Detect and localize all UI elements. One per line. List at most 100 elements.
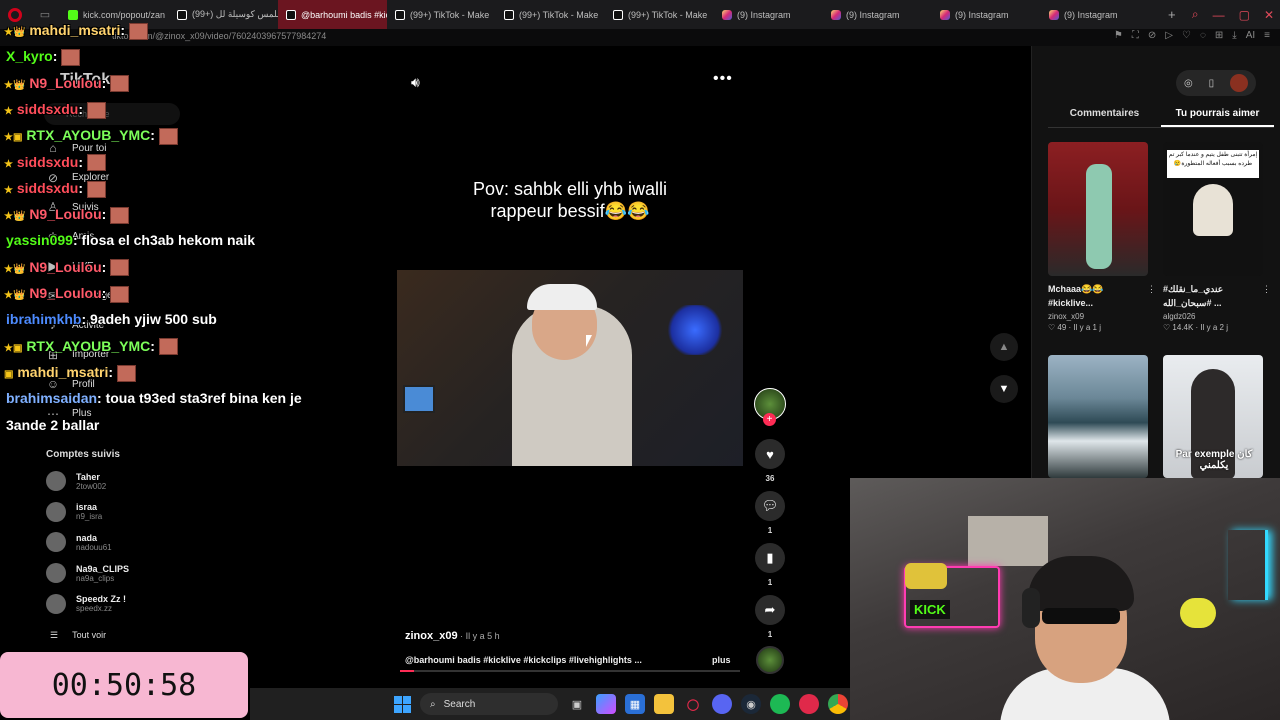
description-more-button[interactable]: plus (712, 655, 731, 665)
game-app-icon[interactable] (799, 694, 819, 714)
browser-tab[interactable]: (9) Instagram (1041, 0, 1150, 29)
sidebar-item-explorer[interactable]: ⊘ Explorer (44, 171, 109, 185)
following-handle: na9a_clips (76, 573, 115, 583)
sidebar-item-pourtoi[interactable]: ⌂ Pour toi (44, 141, 106, 155)
steam-icon[interactable]: ◉ (741, 694, 761, 714)
adblock-icon[interactable]: ⊘ (1148, 30, 1156, 41)
streamer-hair (1028, 556, 1134, 611)
previous-video-button[interactable]: ▲ (990, 333, 1018, 361)
browser-tab[interactable]: (99+) TikTok - Make (387, 0, 496, 29)
sidebar-item-suivis[interactable]: ♙ Suivis (44, 200, 99, 214)
comment-icon: 💬︎ (761, 498, 779, 513)
headset (1022, 588, 1040, 628)
download-icon[interactable]: ⤓ (1232, 30, 1236, 41)
sidebar-item-profil[interactable]: ☺ Profil (44, 377, 95, 391)
tiktok-logo[interactable]: TikTok (60, 71, 110, 89)
following-item[interactable]: israa n9_isra (46, 501, 102, 522)
browser-tab[interactable]: kick.com/popout/zan (60, 0, 169, 29)
sidebar-item-plus[interactable]: ⋯ Plus (44, 407, 91, 421)
new-tab-button[interactable]: + (1168, 7, 1176, 22)
snapshot-icon[interactable]: ⛶ (1132, 30, 1139, 41)
see-all-link[interactable]: ☰ Tout voir (50, 630, 106, 641)
menu-icon[interactable]: ≡ (1264, 30, 1270, 41)
play-icon[interactable]: ▷ (1165, 30, 1173, 41)
author-name: zinox_x09 (405, 630, 458, 642)
windows-start-icon[interactable] (394, 695, 411, 713)
tab-comments[interactable]: Commentaires (1048, 108, 1161, 127)
spotify-icon[interactable] (770, 694, 790, 714)
avatar (46, 563, 66, 584)
card-more-icon[interactable]: ⋮ (1262, 284, 1271, 295)
instagram-icon (940, 9, 950, 20)
browser-tab[interactable]: (99+) TikTok - Make (496, 0, 605, 29)
browser-tab[interactable]: (99+) TikTok - Make (605, 0, 714, 29)
chrome-icon[interactable] (828, 694, 848, 714)
following-icon: ♙ (47, 200, 59, 214)
suggested-video-card[interactable]: Par exemple كان يكلمني (1163, 355, 1263, 478)
video-player[interactable] (397, 270, 743, 466)
file-explorer-icon[interactable] (654, 694, 674, 714)
extensions-icon[interactable]: ⊞ (1215, 30, 1223, 41)
progress-fill (400, 670, 414, 672)
close-window-button[interactable]: ✕ (1264, 8, 1274, 22)
minimize-button[interactable]: — (1213, 8, 1225, 22)
sidebar-item-activit[interactable]: ♪ Activité (44, 318, 104, 332)
suggested-video-card[interactable] (1048, 355, 1148, 478)
comment-button[interactable]: 💬︎ (755, 491, 785, 521)
coin-icon[interactable]: ◎ (1184, 78, 1193, 89)
store-icon[interactable]: ▦ (625, 694, 645, 714)
avatar (46, 471, 66, 491)
video-author[interactable]: zinox_x09 · Il y a 5 h (405, 630, 500, 642)
next-video-button[interactable]: ▼ (990, 375, 1018, 403)
instagram-icon (831, 9, 841, 20)
browser-tab[interactable]: (9) Instagram (932, 0, 1041, 29)
like-button[interactable]: ♥ (755, 439, 785, 469)
browser-tab[interactable]: (99+) اللمس كوسيلة لل (169, 0, 278, 29)
heart-icon[interactable]: ♡ (1182, 30, 1191, 41)
copilot-icon[interactable] (596, 694, 616, 714)
following-item[interactable]: Na9a_CLIPS na9a_clips (46, 563, 129, 584)
sidebar-item-amis[interactable]: ♚ Amis (44, 230, 95, 244)
opera-gx-icon[interactable]: ◯ (683, 694, 703, 714)
discord-icon[interactable] (712, 694, 732, 714)
more-options-icon[interactable]: ••• (713, 70, 733, 88)
taskbar-search[interactable]: ⌕ Search (420, 693, 558, 715)
ai-button[interactable]: AI (1246, 30, 1255, 41)
follow-plus-button[interactable]: + (763, 413, 776, 426)
opera-menu-button[interactable] (0, 7, 30, 22)
browser-tab[interactable]: @barhoumi badis #kic (278, 0, 387, 29)
bookmark-icon[interactable]: ⚑ (1114, 30, 1123, 41)
browser-tab[interactable]: (9) Instagram (714, 0, 823, 29)
user-avatar[interactable] (1230, 74, 1249, 92)
workspaces-button[interactable]: ▭ (30, 8, 60, 21)
sidebar-item-live[interactable]: ▶ LIVE (44, 259, 93, 273)
suggested-video-card[interactable]: Mchaaa😂😂 #kicklive... zinox_x09 ♡ 49 · I… (1048, 142, 1156, 332)
share-button[interactable]: ➦ (755, 595, 785, 625)
suggested-video-card[interactable]: إمرأة تتبنى طفل يتيم و عندما كبر تم طرده… (1163, 142, 1271, 332)
browser-tab[interactable]: (9) Instagram (823, 0, 932, 29)
save-button[interactable]: ▮ (755, 543, 785, 573)
phone-icon[interactable]: ▯ (1209, 78, 1215, 89)
following-item[interactable]: nada nadouu61 (46, 532, 112, 553)
video-progress-bar[interactable] (400, 670, 740, 672)
following-item[interactable]: Taher 2tow002 (46, 471, 106, 491)
search-tabs-icon[interactable]: ⌕ (1192, 7, 1199, 22)
profile-icon: ☺ (46, 377, 60, 391)
wall-frames (968, 516, 1048, 566)
following-handle: nadouu61 (76, 542, 112, 552)
profile-icon[interactable]: ◌ (1200, 30, 1206, 41)
task-view-icon[interactable]: ▣ (567, 694, 587, 714)
tab-label: (99+) TikTok - Make (410, 9, 490, 20)
maximize-button[interactable]: ▢ (1239, 8, 1250, 22)
card-more-icon[interactable]: ⋮ (1147, 284, 1156, 295)
sidebar-item-messages[interactable]: ✉ Messages (44, 289, 118, 303)
following-item[interactable]: Speedx Zz ! speedx.zz (46, 593, 126, 614)
sidebar-item-importer[interactable]: ⊞ Importer (44, 348, 109, 362)
volume-icon[interactable]: 🔊︎ (411, 74, 420, 91)
kick-sign: KICK (910, 600, 950, 619)
url-field[interactable]: tiktok.com/@zinox_x09/video/760240396757… (112, 31, 326, 41)
music-disc-icon[interactable] (756, 646, 784, 674)
tab-suggested[interactable]: Tu pourrais aimer (1161, 108, 1274, 127)
tiktok-icon (395, 9, 405, 20)
search-input[interactable]: Recherche (44, 103, 180, 125)
